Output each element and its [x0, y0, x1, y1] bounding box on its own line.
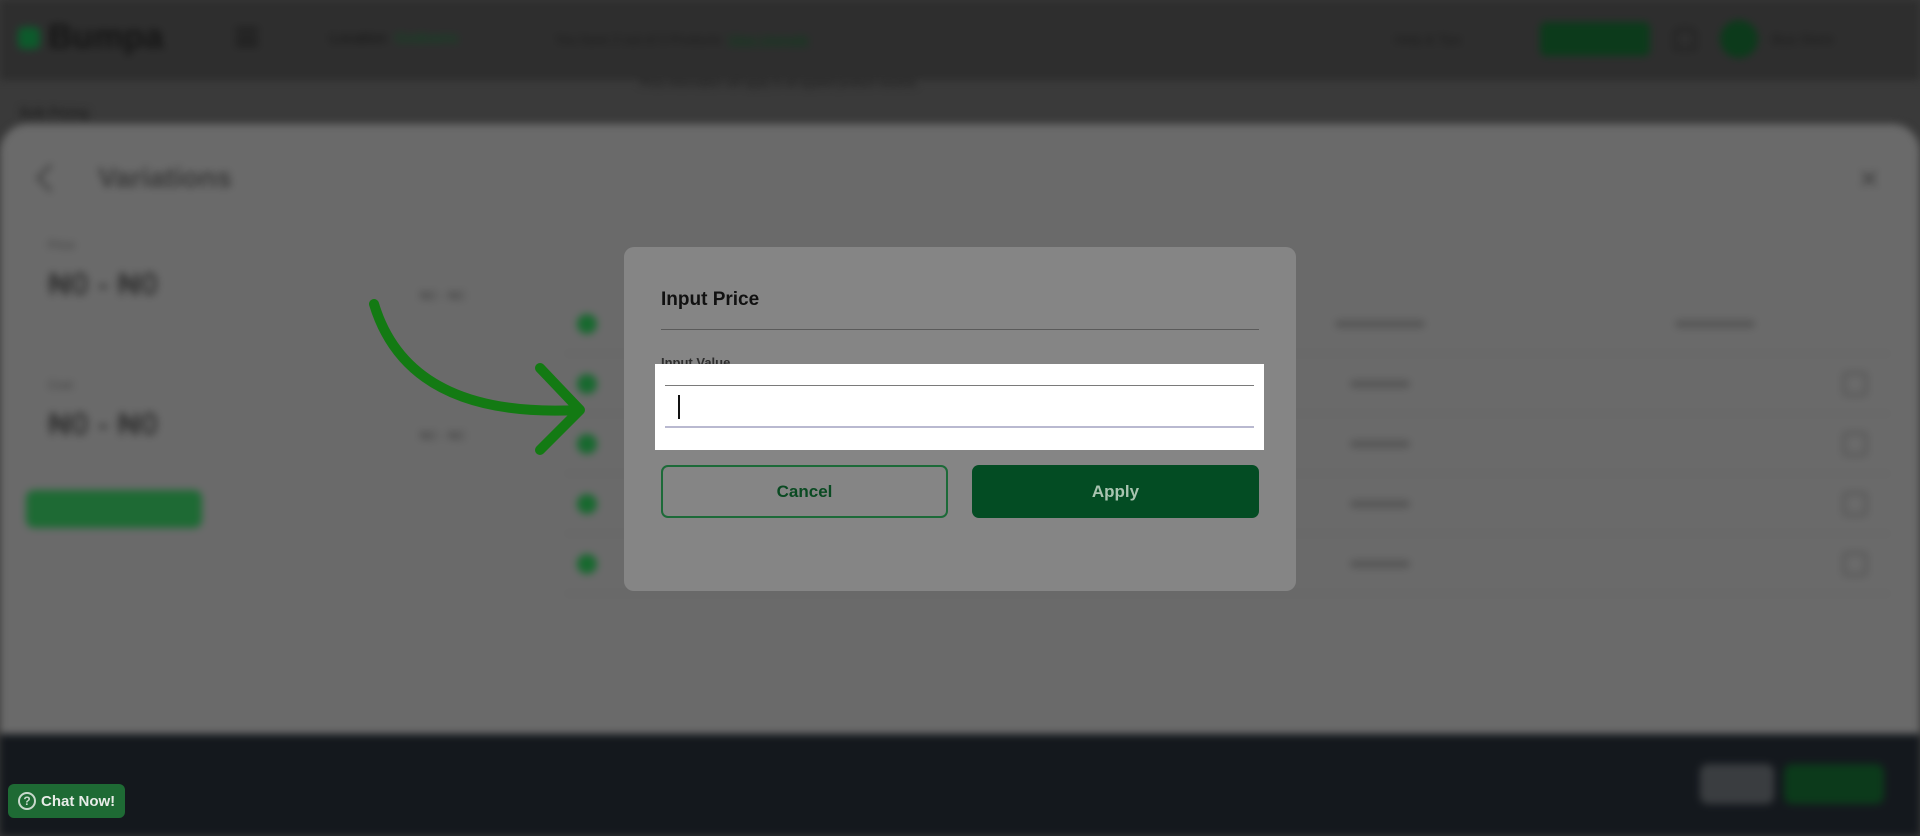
avatar[interactable]	[1720, 20, 1758, 58]
cancel-button[interactable]: Cancel	[661, 465, 948, 518]
close-icon[interactable]: ✕	[1858, 164, 1880, 195]
sub-notice: Price information will apply to all appl…	[640, 78, 917, 90]
footer-primary-button[interactable]	[1784, 764, 1884, 804]
text-caret	[678, 395, 680, 419]
table-cell	[1350, 440, 1410, 448]
bell-icon[interactable]	[1674, 28, 1696, 50]
input-highlight	[655, 364, 1264, 450]
cost-stat: Cost ₦0 - ₦0	[48, 378, 158, 443]
menu-icon[interactable]	[236, 28, 258, 46]
logo-text: Bumpa	[48, 18, 164, 56]
help-circle-icon: ?	[18, 792, 36, 810]
logo: Bumpa	[18, 18, 163, 57]
stat-label: Price	[48, 238, 76, 252]
price-input[interactable]	[665, 385, 1254, 428]
chat-now-label: Chat Now!	[41, 792, 116, 810]
help-tips-link[interactable]: Help & Tips	[1395, 32, 1461, 47]
modal-divider	[661, 329, 1259, 330]
row-checkbox[interactable]	[577, 554, 597, 574]
row-action-icon[interactable]	[1843, 552, 1867, 576]
row-action-icon[interactable]	[1843, 492, 1867, 516]
table-cell	[1350, 380, 1410, 388]
row-action-icon[interactable]	[1843, 372, 1867, 396]
table-cell	[1350, 500, 1410, 508]
footer-secondary-button[interactable]	[1700, 764, 1774, 804]
plan-notice: You have 2 out of 3 Products View Upgrade	[555, 32, 809, 47]
location-value: Godowns	[394, 30, 459, 47]
plan-notice-text: You have 2 out of 3 Products	[555, 32, 722, 47]
user-name[interactable]: Bus Store	[1772, 31, 1833, 47]
price-stat: Price ₦0 - ₦0	[48, 238, 158, 303]
row-checkbox[interactable]	[577, 494, 597, 514]
table-cell	[1675, 320, 1755, 328]
upgrade-link[interactable]: View Upgrade	[727, 32, 808, 47]
stat-label: Cost	[48, 378, 73, 392]
logo-mark-icon	[18, 26, 40, 49]
breadcrumb[interactable]: Bulk Pricing	[20, 105, 89, 120]
table-cell	[1350, 560, 1410, 568]
modal-title: Input Price	[661, 289, 760, 310]
add-variation-button[interactable]	[26, 490, 202, 528]
top-action-button[interactable]	[1540, 22, 1650, 56]
chat-now-button[interactable]: ? Chat Now!	[8, 784, 126, 818]
panel-title: Variations	[98, 162, 232, 193]
stat-value: ₦0 - ₦0	[48, 406, 159, 442]
row-action-icon[interactable]	[1843, 432, 1867, 456]
stat-value: ₦0 - ₦0	[48, 266, 159, 302]
footer-bar	[0, 734, 1920, 836]
apply-button[interactable]: Apply	[972, 465, 1259, 518]
annotation-arrow-icon	[369, 299, 585, 455]
back-arrow-icon[interactable]	[35, 163, 65, 193]
input-price-modal: Input Price Input Value Cancel Apply	[624, 247, 1296, 591]
top-bar: Bumpa Location Godowns You have 2 out of …	[0, 0, 1920, 80]
location-label: Location	[330, 30, 387, 47]
location-selector[interactable]: Location Godowns	[330, 30, 458, 47]
table-cell	[1335, 320, 1425, 328]
